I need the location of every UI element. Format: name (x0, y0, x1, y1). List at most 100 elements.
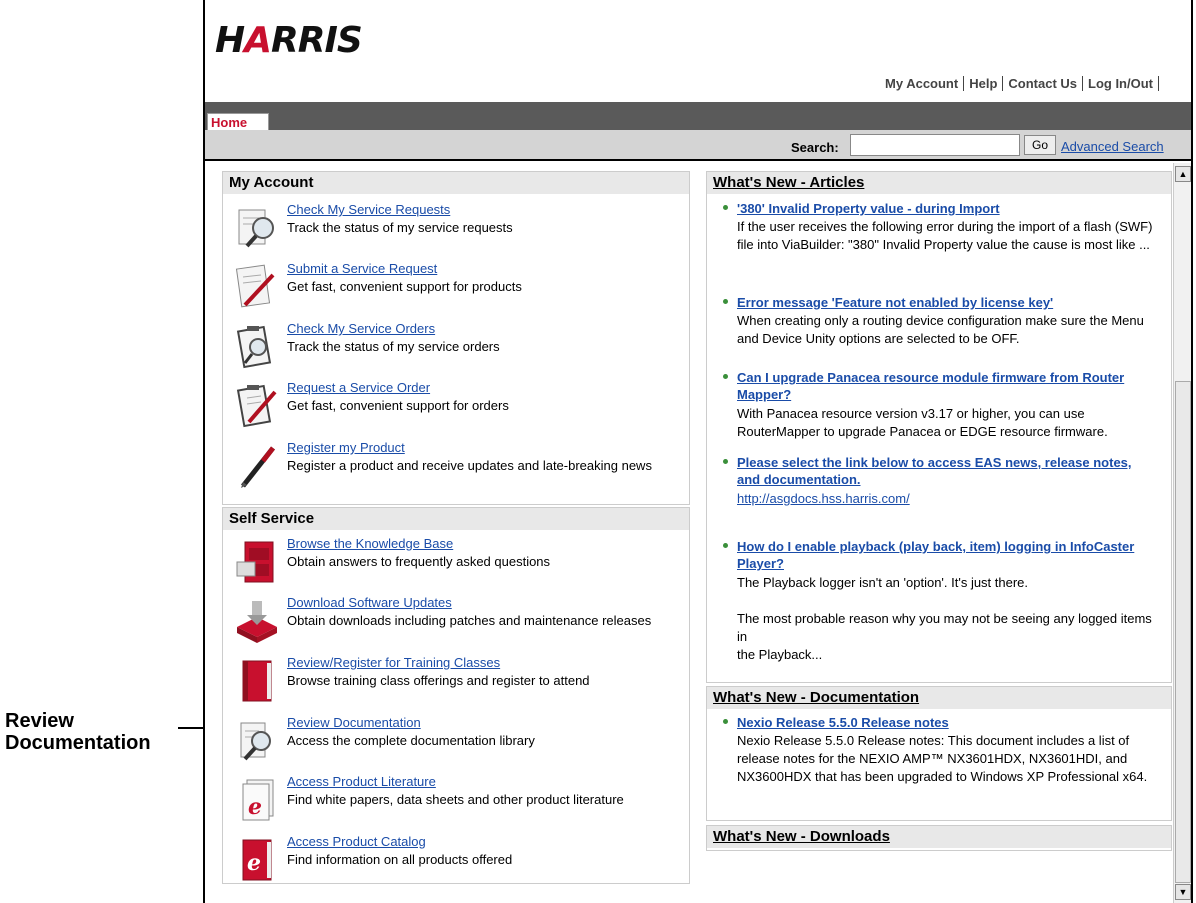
articles-panel: What's New - Articles '380' Invalid Prop… (706, 171, 1172, 683)
article-item: Error message 'Feature not enabled by li… (715, 294, 1160, 364)
item-desc: Track the status of my service requests (287, 220, 513, 235)
magnifier-document-icon (238, 209, 274, 248)
advanced-search-link[interactable]: Advanced Search (1061, 139, 1164, 154)
contact-us-link[interactable]: Contact Us (1003, 76, 1084, 91)
self-service-panel: Self Service Browse the Knowledge Base O… (222, 507, 690, 884)
article-item: Nexio Release 5.5.0 Release notes Nexio … (715, 714, 1160, 814)
top-links: My Account Help Contact Us Log In/Out (880, 76, 1159, 91)
knowledge-base-item: Browse the Knowledge Base Obtain answers… (223, 536, 689, 592)
register-product-link[interactable]: Register my Product (287, 440, 405, 455)
article-body: The most probable reason why you may not… (737, 611, 1152, 644)
download-icon (237, 601, 277, 643)
browse-knowledge-base-link[interactable]: Browse the Knowledge Base (287, 536, 453, 551)
tab-home[interactable]: Home (207, 113, 269, 131)
item-desc: Find white papers, data sheets and other… (287, 792, 624, 807)
check-service-requests-link[interactable]: Check My Service Requests (287, 202, 450, 217)
article-body: The Playback logger isn't an 'option'. I… (737, 575, 1029, 590)
documentation-panel: What's New - Documentation Nexio Release… (706, 686, 1172, 821)
product-catalog-item: e Access Product Catalog Find informatio… (223, 834, 689, 884)
product-literature-item: e Access Product Literature Find white p… (223, 774, 689, 830)
my-account-title: My Account (223, 172, 689, 194)
documentation-title: What's New - Documentation (707, 687, 1171, 709)
article-body: the Playback... (737, 647, 823, 662)
training-classes-link[interactable]: Review/Register for Training Classes (287, 655, 500, 670)
my-account-panel: My Account Check My Service Requests Tra… (222, 171, 690, 505)
tab-bar: Home (205, 102, 1191, 131)
bullet-icon (723, 543, 728, 548)
service-orders-item: Check My Service Orders Track the status… (223, 321, 689, 377)
search-label: Search: (791, 140, 839, 155)
article-body: http://asgdocs.hss.harris.com/ (737, 490, 1157, 508)
article-body: If the user receives the following error… (737, 219, 1153, 252)
log-in-out-link[interactable]: Log In/Out (1083, 76, 1159, 91)
callout-label: Review Documentation (5, 710, 151, 754)
clipboard-magnifier-icon (236, 325, 272, 369)
item-desc: Browse training class offerings and regi… (287, 673, 590, 688)
submit-service-request-link[interactable]: Submit a Service Request (287, 261, 437, 276)
help-link[interactable]: Help (964, 76, 1004, 91)
my-account-link[interactable]: My Account (880, 76, 965, 91)
check-service-orders-link[interactable]: Check My Service Orders (287, 321, 435, 336)
svg-text:e: e (247, 850, 261, 876)
article-title-link[interactable]: '380' Invalid Property value - during Im… (737, 200, 1157, 217)
item-desc: Get fast, convenient support for product… (287, 279, 522, 294)
scroll-up-arrow-icon[interactable]: ▲ (1175, 166, 1191, 182)
access-product-catalog-link[interactable]: Access Product Catalog (287, 834, 426, 849)
item-desc: Track the status of my service orders (287, 339, 500, 354)
review-documentation-link[interactable]: Review Documentation (287, 715, 421, 730)
articles-title: What's New - Articles (707, 172, 1171, 194)
article-title-link[interactable]: How do I enable playback (play back, ite… (737, 538, 1157, 572)
article-title-link[interactable]: Nexio Release 5.5.0 Release notes (737, 714, 1157, 731)
main-content: My Account Check My Service Requests Tra… (205, 163, 1191, 903)
book-icon (242, 660, 272, 702)
download-updates-item: Download Software Updates Obtain downloa… (223, 595, 689, 651)
file-cabinet-icon (236, 541, 274, 583)
clipboard-pen-icon (236, 384, 277, 428)
article-item: How do I enable playback (play back, ite… (715, 538, 1160, 678)
self-service-title: Self Service (223, 508, 689, 530)
article-title-link[interactable]: Can I upgrade Panacea resource module fi… (737, 369, 1157, 403)
article-item: '380' Invalid Property value - during Im… (715, 200, 1160, 290)
download-software-updates-link[interactable]: Download Software Updates (287, 595, 452, 610)
bullet-icon (723, 205, 728, 210)
request-service-order-link[interactable]: Request a Service Order (287, 380, 430, 395)
item-desc: Register a product and receive updates a… (287, 458, 652, 473)
go-button[interactable]: Go (1024, 135, 1056, 155)
asgdocs-link[interactable]: http://asgdocs.hss.harris.com/ (737, 491, 910, 506)
article-item: Can I upgrade Panacea resource module fi… (715, 369, 1160, 449)
bullet-icon (723, 374, 728, 379)
article-title-link[interactable]: Please select the link below to access E… (737, 454, 1157, 488)
e-document-icon: e (242, 779, 274, 821)
scroll-down-arrow-icon[interactable]: ▼ (1175, 884, 1191, 900)
e-book-icon: e (242, 839, 272, 881)
search-bar: Search: Go Advanced Search (205, 130, 1191, 161)
item-desc: Obtain downloads including patches and m… (287, 613, 652, 628)
article-title-link[interactable]: Error message 'Feature not enabled by li… (737, 294, 1157, 311)
article-item: Please select the link below to access E… (715, 454, 1160, 518)
bullet-icon (723, 299, 728, 304)
magnifier-document-icon (240, 722, 271, 761)
request-order-item: Request a Service Order Get fast, conven… (223, 380, 689, 436)
service-request-item: Check My Service Requests Track the stat… (223, 202, 689, 258)
vertical-scrollbar[interactable]: ▲ ▼ (1173, 163, 1191, 903)
review-documentation-item: Review Documentation Access the complete… (223, 715, 689, 771)
article-body: With Panacea resource version v3.17 or h… (737, 406, 1108, 439)
downloads-title: What's New - Downloads (707, 826, 1171, 848)
item-desc: Access the complete documentation librar… (287, 733, 535, 748)
item-desc: Obtain answers to frequently asked quest… (287, 554, 551, 569)
article-body: When creating only a routing device conf… (737, 313, 1144, 346)
access-product-literature-link[interactable]: Access Product Literature (287, 774, 436, 789)
callout-line2: Documentation (5, 732, 151, 754)
harris-logo[interactable]: HARRIS (215, 20, 363, 61)
register-product-item: Register my Product Register a product a… (223, 440, 689, 500)
training-classes-item: Review/Register for Training Classes Bro… (223, 655, 689, 711)
scrollbar-thumb[interactable] (1175, 381, 1191, 883)
article-body: Nexio Release 5.5.0 Release notes: This … (737, 733, 1148, 784)
search-input[interactable] (850, 134, 1020, 156)
browser-frame: HARRIS My Account Help Contact Us Log In/Ou… (203, 0, 1193, 903)
svg-text:e: e (248, 794, 262, 820)
document-pen-icon (235, 264, 275, 308)
site-header: HARRIS My Account Help Contact Us Log In/Ou… (205, 0, 1191, 102)
downloads-panel: What's New - Downloads (706, 825, 1172, 851)
bullet-icon (723, 719, 728, 724)
